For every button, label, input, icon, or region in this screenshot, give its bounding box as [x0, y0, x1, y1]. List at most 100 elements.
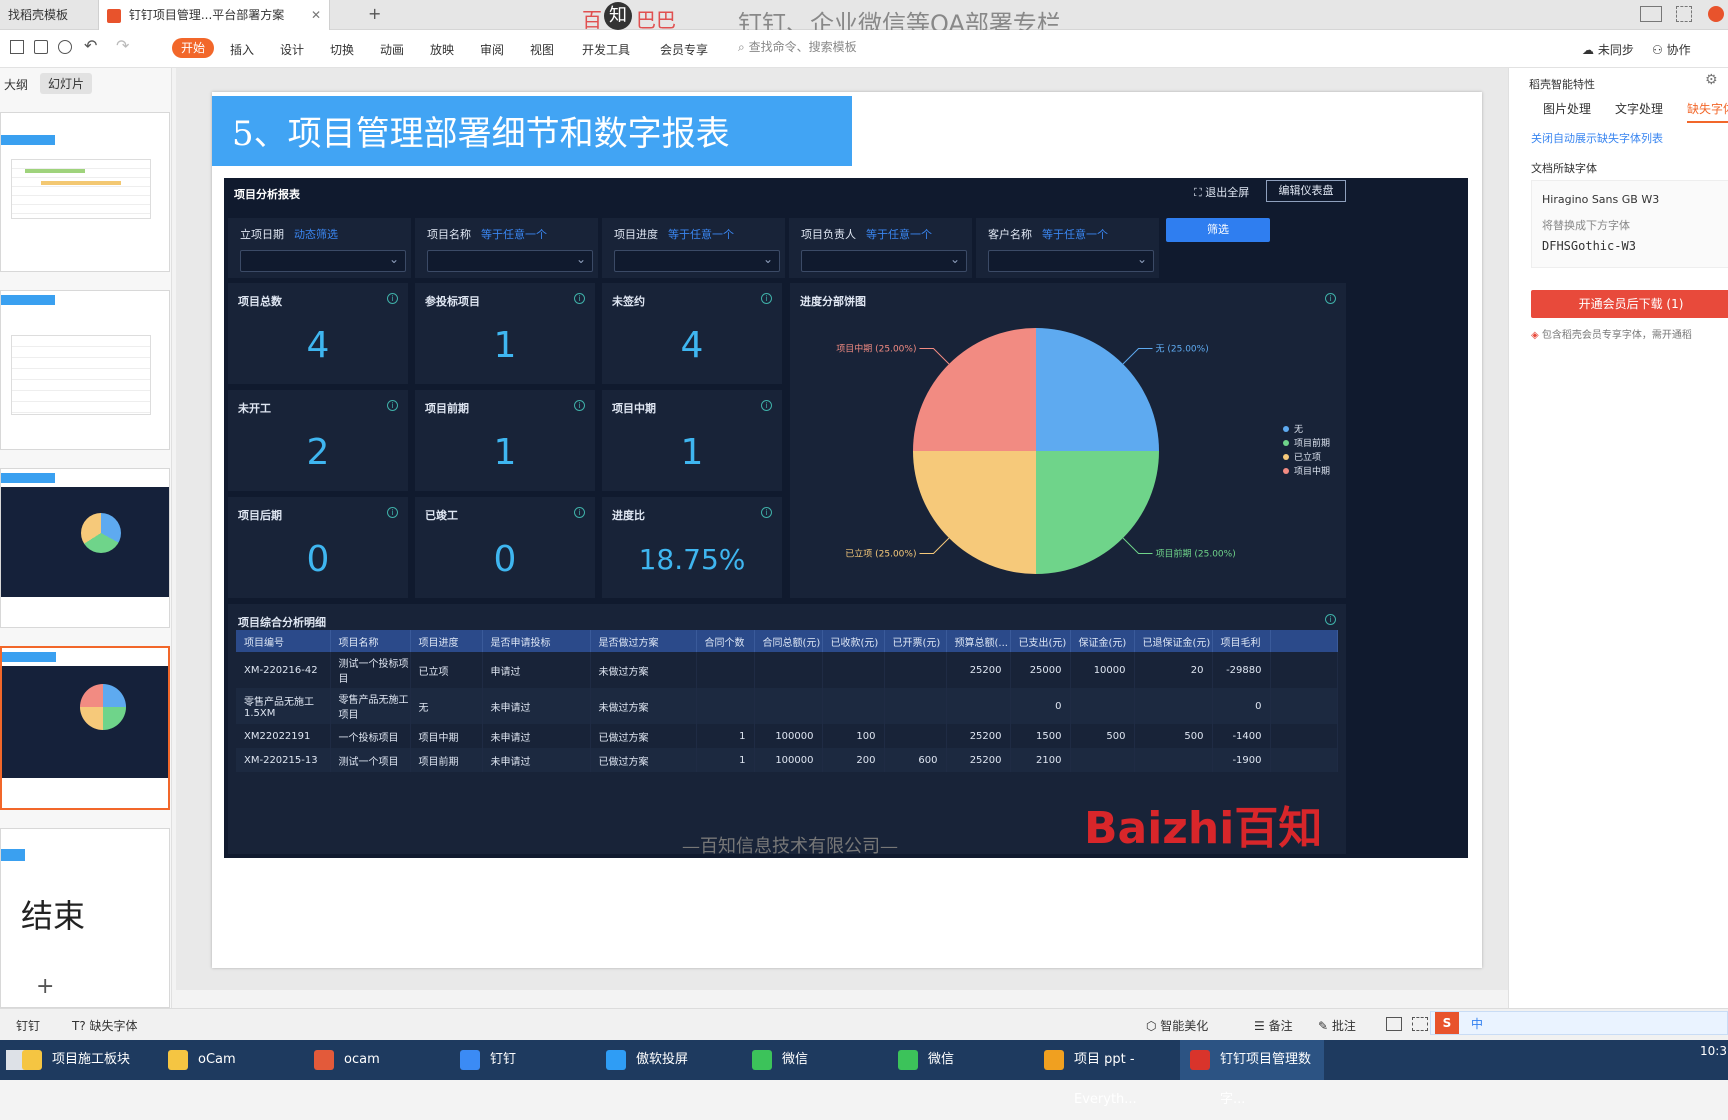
menu-member[interactable]: 会员专享 — [660, 41, 708, 58]
close-icon[interactable]: ✕ — [311, 0, 321, 30]
info-icon[interactable]: i — [387, 293, 398, 304]
tab-template[interactable]: 找稻壳模板 — [0, 0, 90, 30]
new-tab-icon[interactable]: + — [368, 4, 381, 23]
column-header[interactable]: 项目编号 — [236, 630, 331, 652]
missing-font-status[interactable]: T? 缺失字体 — [72, 1017, 138, 1034]
menu-insert[interactable]: 插入 — [230, 41, 254, 58]
close-auto-list-link[interactable]: 关闭自动展示缺失字体列表 — [1531, 130, 1663, 146]
info-icon[interactable]: i — [574, 400, 585, 411]
info-icon[interactable]: i — [387, 400, 398, 411]
info-icon[interactable]: i — [761, 293, 772, 304]
normal-view-icon[interactable] — [1386, 1017, 1402, 1031]
taskbar-item[interactable]: ocam — [304, 1040, 448, 1080]
legend-entry[interactable]: 无 — [1294, 424, 1303, 435]
pie-slice-2[interactable] — [913, 451, 1036, 574]
filter-mode[interactable]: 等于任意一个 — [1042, 228, 1108, 241]
redo-icon[interactable]: ↷ — [116, 36, 129, 55]
menu-view[interactable]: 视图 — [530, 41, 554, 58]
info-icon[interactable]: i — [761, 507, 772, 518]
slide-thumb-1[interactable] — [0, 112, 170, 272]
download-button[interactable]: 开通会员后下载 (1) — [1531, 290, 1728, 318]
column-header[interactable]: 保证金(元) — [1070, 630, 1135, 652]
preview-icon[interactable] — [58, 40, 72, 54]
taskbar-item[interactable]: 项目施工板块 — [12, 1040, 156, 1080]
edit-dashboard-button[interactable]: 编辑仪表盘 — [1266, 180, 1346, 202]
taskbar-item[interactable]: 钉钉项目管理数字... — [1180, 1040, 1324, 1107]
table-row[interactable]: XM-220216-42 测试一个投标项目 已立项 申请过 未做过方案 25200 2500… — [236, 652, 1338, 688]
slide-thumb-5[interactable]: 结束 — [0, 828, 170, 1008]
sorter-view-icon[interactable] — [1412, 1017, 1428, 1031]
info-icon[interactable]: i — [761, 400, 772, 411]
filter-select[interactable] — [427, 250, 593, 272]
column-header[interactable]: 已退保证金(元) — [1134, 630, 1213, 652]
column-header[interactable]: 是否申请投标 — [482, 630, 591, 652]
menu-transition[interactable]: 切换 — [330, 41, 354, 58]
column-header[interactable]: 合同总额(元) — [754, 630, 823, 652]
column-header[interactable]: 已收款(元) — [822, 630, 885, 652]
notes-button[interactable]: ☰ 备注 — [1254, 1017, 1293, 1034]
settings-gear-icon[interactable]: ⚙ — [1705, 72, 1718, 88]
ime-toolbar[interactable]: S 中 — [1430, 1011, 1728, 1035]
layout-icon[interactable] — [1640, 6, 1662, 22]
filter-mode[interactable]: 等于任意一个 — [668, 228, 734, 241]
pie-slice-0[interactable] — [1036, 328, 1159, 451]
filter-mode[interactable]: 动态筛选 — [294, 228, 338, 241]
tab-slides[interactable]: 幻灯片 — [40, 73, 93, 94]
slide-thumb-3[interactable] — [0, 468, 170, 628]
taskbar-item[interactable]: 微信 — [888, 1040, 1032, 1080]
taskbar-item[interactable]: 钉钉 — [450, 1040, 594, 1080]
filter-submit-button[interactable]: 筛选 — [1166, 218, 1270, 242]
column-header[interactable]: 预算总额(... — [946, 630, 1011, 652]
menu-animation[interactable]: 动画 — [380, 41, 404, 58]
beautify-button[interactable]: ⬡ 智能美化 — [1146, 1017, 1208, 1034]
filter-mode[interactable]: 等于任意一个 — [866, 228, 932, 241]
taskbar-item[interactable]: oCam — [158, 1040, 302, 1080]
menu-slideshow[interactable]: 放映 — [430, 41, 454, 58]
info-icon[interactable]: i — [574, 293, 585, 304]
column-header[interactable]: 已支出(元) — [1010, 630, 1071, 652]
filter-select[interactable] — [988, 250, 1154, 272]
tab-outline[interactable]: 大纲 — [4, 76, 28, 93]
ime-mode[interactable]: 中 — [1471, 1015, 1483, 1032]
pane-title[interactable]: 稻壳智能特性 — [1529, 76, 1595, 92]
search-box[interactable]: ⌕ 查找命令、搜索模板 — [738, 38, 857, 55]
table-row[interactable]: XM22022191 一个投标项目 项目中期 未申请过 已做过方案 1 100000 100 2… — [236, 724, 1338, 748]
menu-review[interactable]: 审阅 — [480, 41, 504, 58]
filter-select[interactable] — [614, 250, 780, 272]
avatar[interactable] — [1708, 6, 1724, 22]
print-icon[interactable] — [34, 40, 48, 54]
column-header[interactable]: 合同个数 — [696, 630, 755, 652]
dingtalk-status[interactable]: 钉钉 — [16, 1017, 40, 1034]
save-icon[interactable] — [10, 40, 24, 54]
table-row[interactable]: XM-220215-13 测试一个项目 项目前期 未申请过 已做过方案 1 100000 20… — [236, 748, 1338, 772]
clock[interactable]: 10:3 — [1700, 1044, 1727, 1058]
pie-slice-1[interactable] — [1036, 451, 1159, 574]
sync-status[interactable]: ☁ 未同步 — [1582, 41, 1634, 58]
taskbar-item[interactable]: 傲软投屏 — [596, 1040, 740, 1080]
menu-design[interactable]: 设计 — [280, 41, 304, 58]
legend-entry[interactable]: 项目前期 — [1294, 437, 1330, 449]
info-icon[interactable]: i — [387, 507, 398, 518]
grid-icon[interactable] — [1676, 6, 1692, 22]
slide-thumb-4[interactable] — [0, 646, 170, 810]
exit-fullscreen-button[interactable]: ⛶ 退出全屏 — [1194, 184, 1249, 200]
tab-document[interactable]: 钉钉项目管理...平台部署方案 ✕ — [98, 0, 330, 30]
collab-button[interactable]: ⚇ 协作 — [1652, 41, 1691, 58]
filter-mode[interactable]: 等于任意一个 — [481, 228, 547, 241]
table-row[interactable]: 零售产品无施工1.5XM 零售产品无施工项目无未申请过 未做过方案 0 0 — [236, 688, 1338, 724]
taskbar-item[interactable]: 项目 ppt - Everyth... — [1034, 1040, 1178, 1107]
tab-image-processing[interactable]: 图片处理 — [1543, 100, 1591, 117]
filter-select[interactable] — [240, 250, 406, 272]
legend-entry[interactable]: 已立项 — [1294, 451, 1321, 463]
comments-button[interactable]: ✎ 批注 — [1318, 1017, 1356, 1034]
menu-start[interactable]: 开始 — [172, 38, 214, 58]
column-header[interactable]: 项目进度 — [410, 630, 483, 652]
info-icon[interactable]: i — [574, 507, 585, 518]
tab-text-processing[interactable]: 文字处理 — [1615, 100, 1663, 117]
tab-missing-fonts[interactable]: 缺失字体 — [1687, 100, 1728, 123]
legend-entry[interactable]: 项目中期 — [1294, 465, 1330, 477]
font-card[interactable]: Hiragino Sans GB W3 将替换成下方字体 DFHSGothic-… — [1531, 180, 1728, 268]
column-header[interactable]: 是否做过方案 — [590, 630, 697, 652]
slide-thumb-2[interactable] — [0, 290, 170, 450]
column-header[interactable]: 项目毛利 — [1212, 630, 1271, 652]
